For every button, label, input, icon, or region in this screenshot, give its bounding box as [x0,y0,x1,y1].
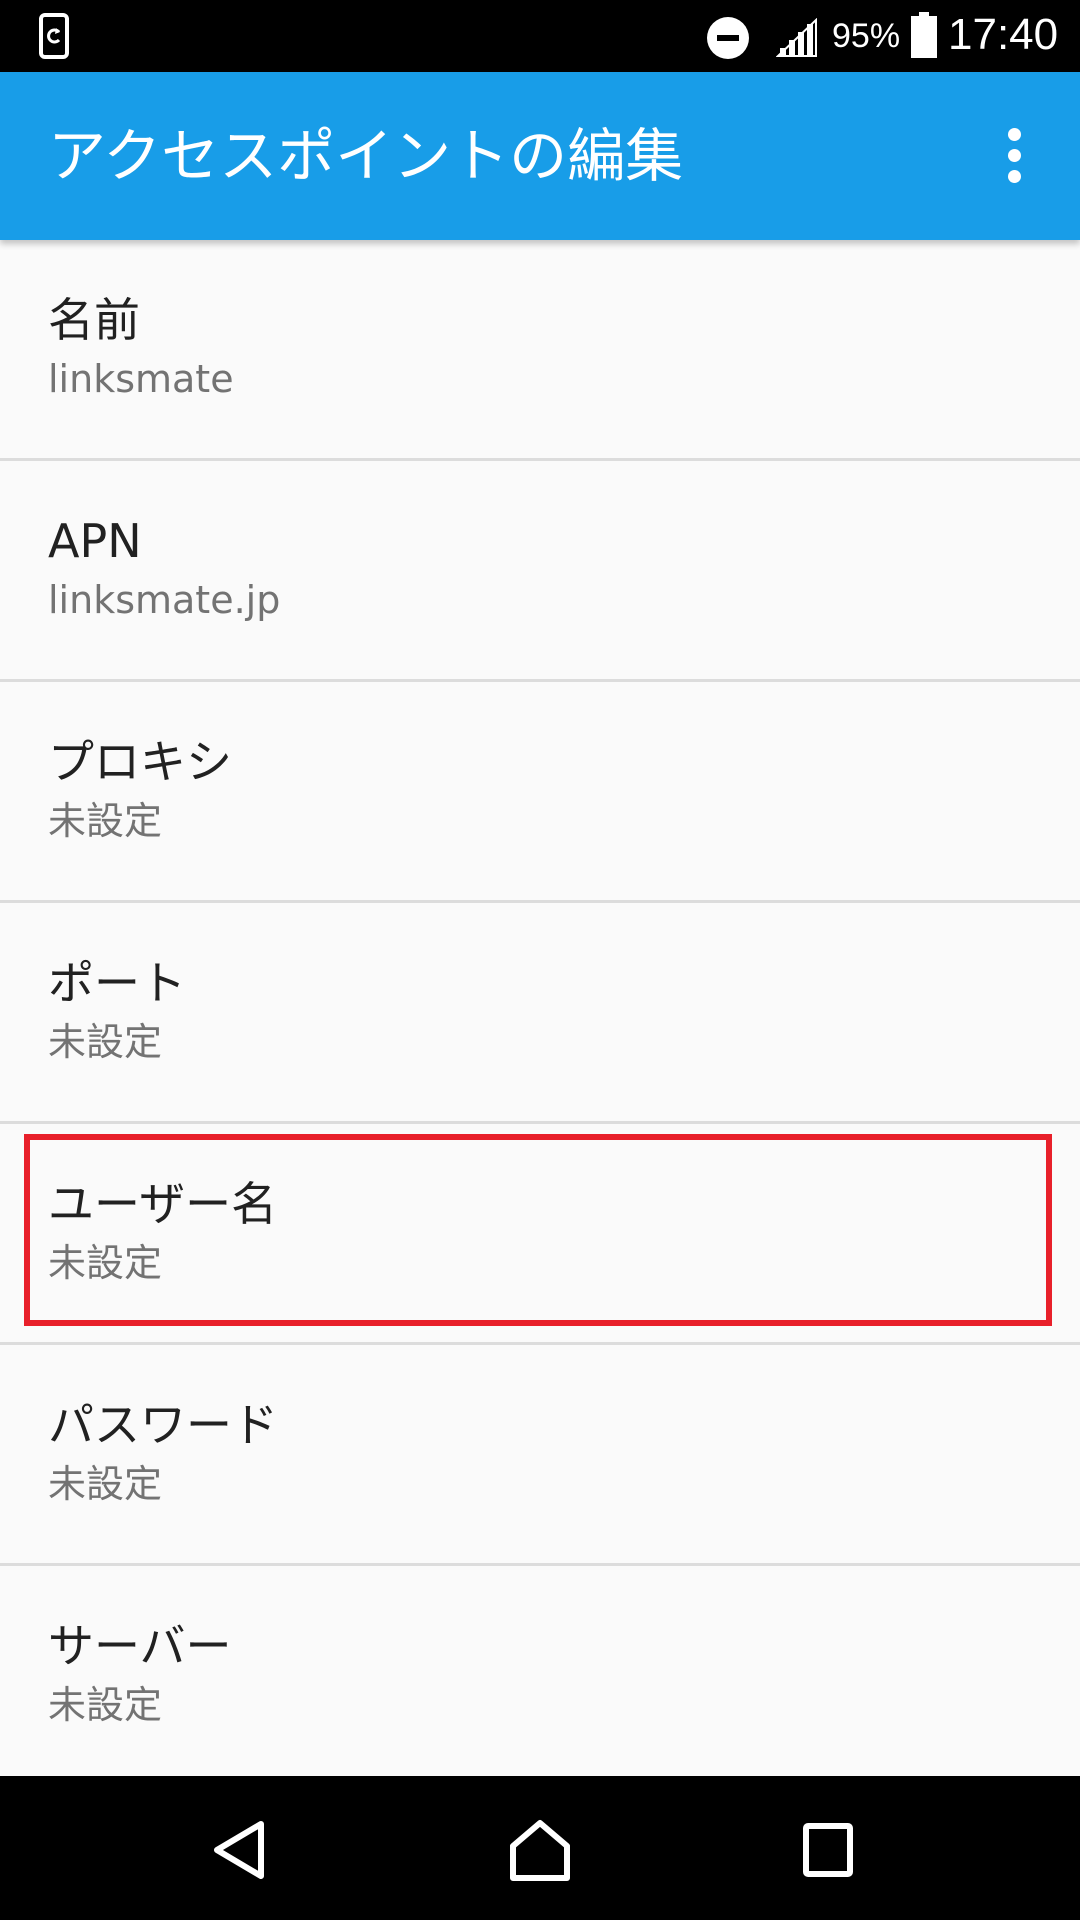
overflow-menu-dot [1008,170,1021,183]
pref-item-proxy[interactable]: プロキシ 未設定 [0,682,1080,903]
clock: 17:40 [948,10,1059,59]
pref-item-password[interactable]: パスワード 未設定 [0,1345,1080,1566]
signal-icon [776,18,817,57]
do-not-disturb-icon [707,17,749,59]
pref-title: APN [48,514,142,568]
overflow-menu-dot [1008,149,1021,162]
highlight-box [24,1134,1052,1326]
page-title: アクセスポイントの編集 [48,122,684,190]
pref-title: サーバー [48,1619,232,1673]
battery-percent: 95% [832,17,901,55]
pref-title: ポート [48,956,186,1010]
pref-item-server[interactable]: サーバー 未設定 [0,1566,1080,1784]
recents-icon[interactable] [793,1818,863,1882]
pref-title: 名前 [48,293,140,347]
screen-rotation-icon [39,13,69,59]
pref-item-port[interactable]: ポート 未設定 [0,903,1080,1124]
home-icon[interactable] [505,1818,575,1882]
pref-title: パスワード [48,1398,278,1452]
pref-summary: 未設定 [48,1020,163,1064]
pref-summary: linksmate [48,357,234,401]
back-icon[interactable] [205,1818,275,1882]
pref-summary: 未設定 [48,1462,163,1506]
pref-summary: linksmate.jp [48,578,281,622]
overflow-menu-button[interactable] [988,126,1040,186]
pref-summary: 未設定 [48,799,163,843]
pref-title: プロキシ [48,735,232,789]
battery-icon [911,12,937,58]
screen: 95% 17:40 アクセスポイントの編集 名前 linksmate APN l… [0,0,1080,1920]
status-bar: 95% 17:40 [0,0,1080,72]
navigation-bar [0,1776,1080,1920]
overflow-menu-icon [1008,128,1021,141]
pref-item-apn[interactable]: APN linksmate.jp [0,461,1080,682]
pref-item-name[interactable]: 名前 linksmate [0,240,1080,461]
pref-summary: 未設定 [48,1683,163,1727]
app-bar: アクセスポイントの編集 [0,72,1080,240]
